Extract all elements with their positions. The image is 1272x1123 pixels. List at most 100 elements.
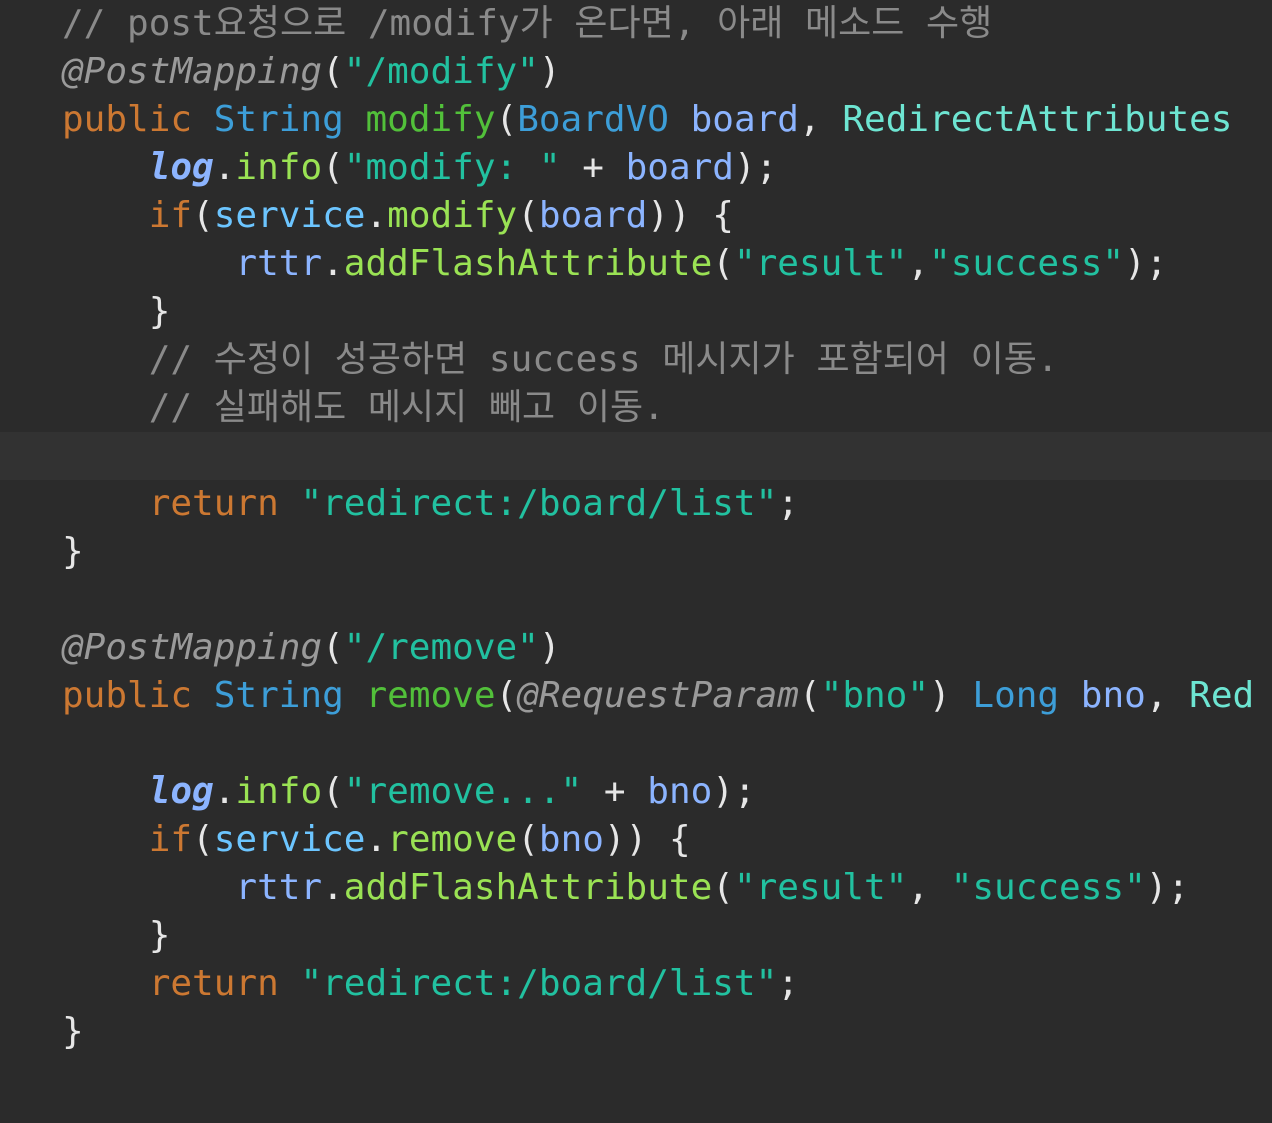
code-editor[interactable]: // post요청으로 /modify가 온다면, 아래 메소드 수행 @Post…: [0, 0, 1272, 1123]
code-token: (: [192, 819, 214, 860]
code-token: "success": [950, 867, 1146, 908]
code-token: (: [192, 195, 214, 236]
code-line[interactable]: return "redirect:/board/list";: [0, 960, 1272, 1008]
code-line[interactable]: rttr.addFlashAttribute("result","success…: [0, 240, 1272, 288]
code-token: (: [322, 771, 344, 812]
code-token: String: [213, 675, 344, 716]
code-token: // 실패해도 메시지 빼고 이동.: [62, 387, 665, 428]
code-token: }: [62, 1011, 84, 1052]
code-token: ): [538, 627, 561, 668]
code-token: (: [322, 627, 344, 668]
code-token: +: [582, 771, 648, 812]
code-token: .: [213, 771, 236, 812]
code-line[interactable]: }: [0, 912, 1272, 960]
code-token: )) {: [647, 195, 734, 236]
code-token: Red: [1189, 675, 1255, 716]
code-token: "result": [733, 867, 908, 908]
code-line[interactable]: // post요청으로 /modify가 온다면, 아래 메소드 수행: [0, 0, 1272, 48]
code-line[interactable]: [0, 576, 1272, 624]
code-token: service: [213, 195, 366, 236]
code-token: log: [148, 771, 214, 812]
code-line[interactable]: if(service.modify(board)) {: [0, 192, 1272, 240]
code-token: addFlashAttribute: [343, 243, 713, 284]
code-line-current[interactable]: [0, 432, 1272, 480]
code-line[interactable]: }: [0, 288, 1272, 336]
code-token: modify: [387, 195, 518, 236]
code-token: @PostMapping: [62, 51, 323, 92]
code-token: .: [213, 147, 236, 188]
code-token: (: [798, 675, 821, 716]
code-token: bno: [538, 819, 604, 860]
code-token: ,: [798, 99, 843, 140]
code-token: (: [495, 675, 518, 716]
code-token: addFlashAttribute: [343, 867, 713, 908]
code-token: BoardVO: [517, 99, 669, 140]
code-line[interactable]: return "redirect:/board/list";: [0, 480, 1272, 528]
code-token: )) {: [603, 819, 691, 860]
code-line[interactable]: public String remove(@RequestParam("bno"…: [0, 672, 1272, 720]
code-token: ): [929, 675, 973, 716]
code-token: "success": [929, 243, 1125, 284]
code-token: log: [148, 147, 214, 188]
code-line[interactable]: [0, 720, 1272, 768]
code-token: @RequestParam: [517, 675, 799, 716]
code-token: (: [517, 195, 539, 236]
code-token: ;: [777, 963, 799, 1004]
code-token: +: [560, 147, 626, 188]
code-token: (: [322, 51, 344, 92]
code-line[interactable]: @PostMapping("/remove"): [0, 624, 1272, 672]
code-line[interactable]: // 실패해도 메시지 빼고 이동.: [0, 384, 1272, 432]
code-line[interactable]: }: [0, 1008, 1272, 1056]
code-token: modify: [365, 99, 496, 140]
code-line[interactable]: if(service.remove(bno)) {: [0, 816, 1272, 864]
code-line[interactable]: log.info("remove..." + bno);: [0, 768, 1272, 816]
code-token: info: [235, 771, 323, 812]
code-token: .: [322, 243, 344, 284]
code-token: board: [690, 99, 799, 140]
code-token: ,: [1145, 675, 1190, 716]
code-token: RedirectAttributes: [842, 99, 1233, 140]
code-token: );: [733, 147, 778, 188]
code-token: ,: [907, 243, 930, 284]
code-token: .: [365, 819, 388, 860]
code-token: ): [538, 51, 561, 92]
code-token: public: [62, 675, 193, 716]
code-token: "bno": [820, 675, 930, 716]
code-token: bno: [647, 771, 713, 812]
code-token: "redirect:/board/list": [300, 963, 778, 1004]
code-line[interactable]: }: [0, 528, 1272, 576]
code-token: bno: [1080, 675, 1146, 716]
code-token: }: [62, 915, 171, 956]
code-token: (: [322, 147, 344, 188]
code-token: "/modify": [343, 51, 539, 92]
code-token: remove: [365, 675, 496, 716]
code-token: );: [1124, 243, 1168, 284]
code-token: "result": [733, 243, 908, 284]
code-line[interactable]: rttr.addFlashAttribute("result", "succes…: [0, 864, 1272, 912]
code-token: ;: [777, 483, 799, 524]
code-token: if: [148, 819, 193, 860]
code-line[interactable]: // 수정이 성공하면 success 메시지가 포함되어 이동.: [0, 336, 1272, 384]
code-token: );: [1145, 867, 1190, 908]
code-line[interactable]: @PostMapping("/modify"): [0, 48, 1272, 96]
code-line[interactable]: public String modify(BoardVO board, Redi…: [0, 96, 1272, 144]
code-token: if: [148, 195, 193, 236]
code-token: rttr: [235, 867, 323, 908]
code-line[interactable]: log.info("modify: " + board);: [0, 144, 1272, 192]
code-token: "remove...": [343, 771, 583, 812]
code-token: (: [495, 99, 518, 140]
code-token: board: [538, 195, 648, 236]
code-token: (: [712, 867, 734, 908]
